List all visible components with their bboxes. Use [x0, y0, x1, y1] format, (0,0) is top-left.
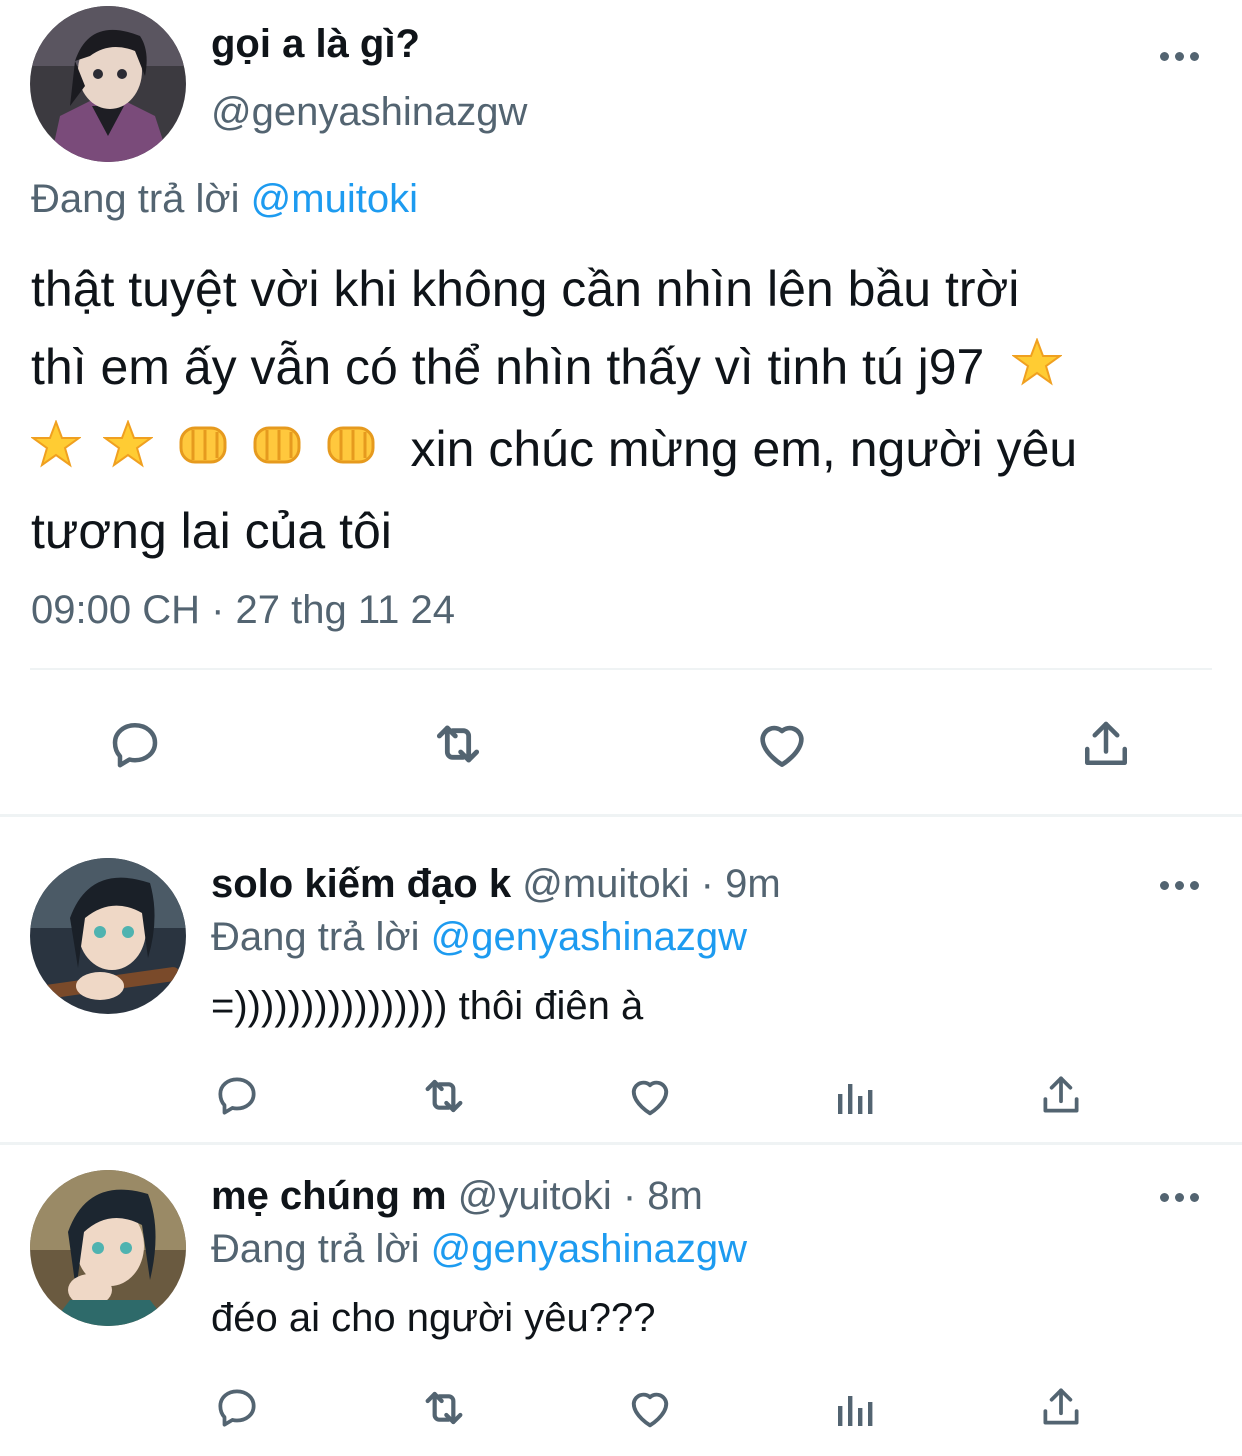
replying-to-handle[interactable]: @muitoki	[251, 177, 418, 221]
share-icon	[1043, 1388, 1079, 1425]
views-button[interactable]	[832, 1384, 880, 1432]
section-divider	[0, 1142, 1242, 1145]
tweet-timestamp[interactable]: 09:00 CH · 27 thg 11 24	[31, 586, 455, 634]
glowing-star-emoji-icon	[101, 414, 155, 492]
tweet-text-line-4: tương lai của tôi	[31, 502, 392, 559]
reply-text: =)))))))))))))))) thôi điên à	[211, 984, 644, 1028]
fist-emoji-icon	[323, 414, 379, 492]
reply-button[interactable]	[212, 1382, 262, 1432]
more-options-icon[interactable]	[1160, 1193, 1199, 1202]
reply-button[interactable]	[103, 712, 167, 776]
retweet-icon	[425, 1391, 463, 1425]
retweet-icon	[425, 1079, 463, 1113]
replying-to-label: Đang trả lời	[211, 1227, 420, 1271]
share-icon	[1085, 721, 1127, 765]
reply-icon	[218, 1077, 256, 1115]
analytics-icon	[838, 1084, 873, 1114]
like-icon	[760, 725, 804, 767]
author-display-name[interactable]: gọi a là gì?	[211, 20, 420, 68]
replying-to-line: Đang trả lời @muitoki	[31, 175, 418, 223]
reply-button[interactable]	[212, 1070, 262, 1120]
analytics-icon	[838, 1396, 873, 1426]
retweet-button[interactable]	[416, 1068, 472, 1124]
reply-display-name[interactable]: mẹ chúng m	[211, 1174, 447, 1218]
reply-header: solo kiếm đạo k @muitoki · 9m	[211, 860, 781, 908]
replying-to-label: Đang trả lời	[211, 915, 420, 959]
divider	[30, 668, 1212, 670]
retweet-icon	[436, 725, 480, 763]
share-button[interactable]	[1036, 1382, 1086, 1432]
tweet-text-line-2: thì em ấy vẫn có thể nhìn thấy vì tinh t…	[31, 339, 985, 395]
glowing-star-emoji-icon	[1011, 332, 1064, 410]
replying-to-handle[interactable]: @genyashinazgw	[431, 915, 747, 959]
like-button[interactable]	[750, 712, 814, 776]
replying-to-line: Đang trả lời @genyashinazgw	[211, 1225, 747, 1273]
replying-to-line: Đang trả lời @genyashinazgw	[211, 913, 747, 961]
reply-time[interactable]: · 8m	[623, 1174, 703, 1218]
glowing-star-emoji-icon	[29, 414, 83, 492]
reply-avatar[interactable]	[30, 858, 186, 1014]
share-icon	[1043, 1076, 1079, 1113]
reply-icon	[218, 1389, 256, 1427]
reply-header: mẹ chúng m @yuitoki · 8m	[211, 1172, 703, 1220]
like-button[interactable]	[624, 1070, 676, 1122]
reply-handle[interactable]: @muitoki	[522, 862, 689, 906]
reply-icon	[112, 723, 158, 768]
tweet-text: thật tuyệt vời khi không cần nhìn lên bầ…	[29, 250, 1221, 570]
reply-handle[interactable]: @yuitoki	[458, 1174, 612, 1218]
tweet-text-line-1: thật tuyệt vời khi không cần nhìn lên bầ…	[31, 261, 1020, 317]
like-icon	[631, 1392, 669, 1428]
more-options-icon[interactable]	[1160, 881, 1199, 890]
share-button[interactable]	[1036, 1070, 1086, 1120]
reply-text: đéo ai cho người yêu???	[211, 1296, 656, 1340]
author-handle[interactable]: @genyashinazgw	[211, 88, 527, 136]
retweet-button[interactable]	[426, 712, 490, 776]
reply-avatar[interactable]	[30, 1170, 186, 1326]
section-divider	[0, 814, 1242, 817]
tweet-text-line-3-row: xin chúc mừng em, người yêu	[29, 410, 1221, 492]
reply-display-name[interactable]: solo kiếm đạo k	[211, 862, 511, 906]
retweet-button[interactable]	[416, 1380, 472, 1436]
more-options-icon[interactable]	[1160, 52, 1199, 61]
fist-emoji-icon	[175, 414, 231, 492]
views-button[interactable]	[832, 1072, 880, 1120]
like-button[interactable]	[624, 1382, 676, 1434]
author-avatar[interactable]	[30, 6, 186, 162]
fist-emoji-icon	[249, 414, 305, 492]
replying-to-handle[interactable]: @genyashinazgw	[431, 1227, 747, 1271]
like-icon	[631, 1080, 669, 1116]
reply-time[interactable]: · 9m	[701, 862, 781, 906]
share-button[interactable]	[1074, 712, 1138, 776]
tweet-text-line-3: xin chúc mừng em, người yêu	[410, 420, 1078, 477]
tweet-text-line-2-row: thì em ấy vẫn có thể nhìn thấy vì tinh t…	[31, 328, 1221, 410]
replying-to-label: Đang trả lời	[31, 177, 240, 221]
